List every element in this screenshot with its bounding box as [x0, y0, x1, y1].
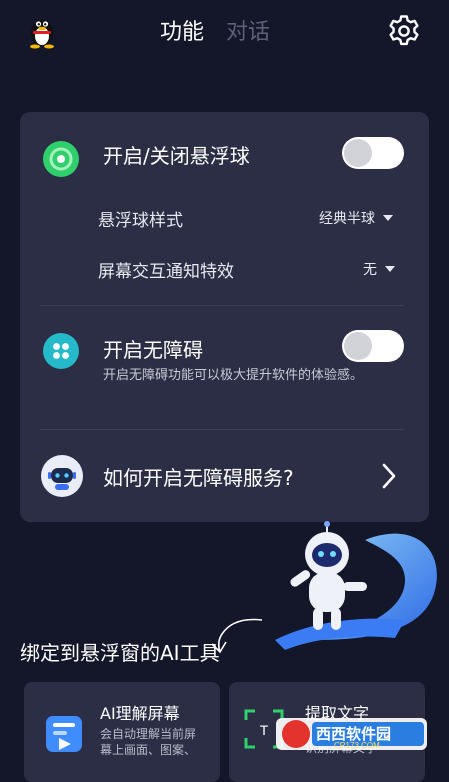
robot-icon: [41, 455, 83, 497]
toggle-knob: [344, 139, 372, 167]
accessibility-description: 开启无障碍功能可以极大提升软件的体验感。: [103, 368, 364, 383]
tool-title: AI理解屏幕: [100, 704, 180, 723]
top-bar: 功能 对话: [0, 0, 449, 64]
howto-title: 如何开启无障碍服务?: [103, 466, 294, 490]
notify-effect-select[interactable]: 无: [363, 259, 395, 279]
divider: [40, 305, 404, 306]
bind-section-title: 绑定到悬浮窗的AI工具: [20, 641, 220, 665]
floating-ball-toggle[interactable]: [342, 137, 404, 169]
tool-card-ai-screen[interactable]: AI理解屏幕 会自动理解当前屏 幕上画面、图案、: [24, 682, 220, 782]
chevron-down-icon: [385, 266, 395, 272]
tab-features[interactable]: 功能: [160, 14, 204, 50]
tab-bar: 功能 对话: [160, 14, 270, 50]
watermark-logo: 西西软件园 CR173.COM: [274, 714, 429, 754]
notify-effect-value: 无: [363, 262, 377, 278]
divider: [40, 429, 404, 430]
toggle-knob: [344, 332, 372, 360]
qq-penguin-icon[interactable]: [26, 13, 58, 49]
tool-desc: 会自动理解当前屏: [100, 727, 197, 741]
accessibility-title: 开启无障碍: [103, 338, 203, 362]
accessibility-icon: [43, 333, 79, 369]
settings-card: 开启/关闭悬浮球 悬浮球样式 经典半球 屏幕交互通知特效 无 开启无障碍 开启无…: [20, 112, 429, 522]
astronaut-illustration: [275, 521, 437, 650]
howto-row[interactable]: 如何开启无障碍服务?: [20, 440, 429, 512]
svg-text:T: T: [260, 722, 269, 738]
chevron-right-icon: [382, 463, 396, 489]
watermark-subtext: CR173.COM: [334, 741, 380, 750]
chevron-down-icon: [383, 215, 393, 221]
gear-icon[interactable]: [386, 13, 422, 49]
ball-style-value: 经典半球: [319, 211, 375, 227]
accessibility-toggle[interactable]: [342, 330, 404, 362]
ball-style-label: 悬浮球样式: [98, 211, 183, 231]
notify-effect-label: 屏幕交互通知特效: [98, 262, 234, 282]
floating-ball-icon: [43, 141, 79, 177]
ball-style-select[interactable]: 经典半球: [319, 208, 393, 228]
ai-screen-icon: [46, 716, 82, 752]
tab-chat[interactable]: 对话: [226, 14, 270, 50]
floating-ball-title: 开启/关闭悬浮球: [103, 144, 250, 168]
tool-desc: 幕上画面、图案、: [100, 743, 197, 757]
